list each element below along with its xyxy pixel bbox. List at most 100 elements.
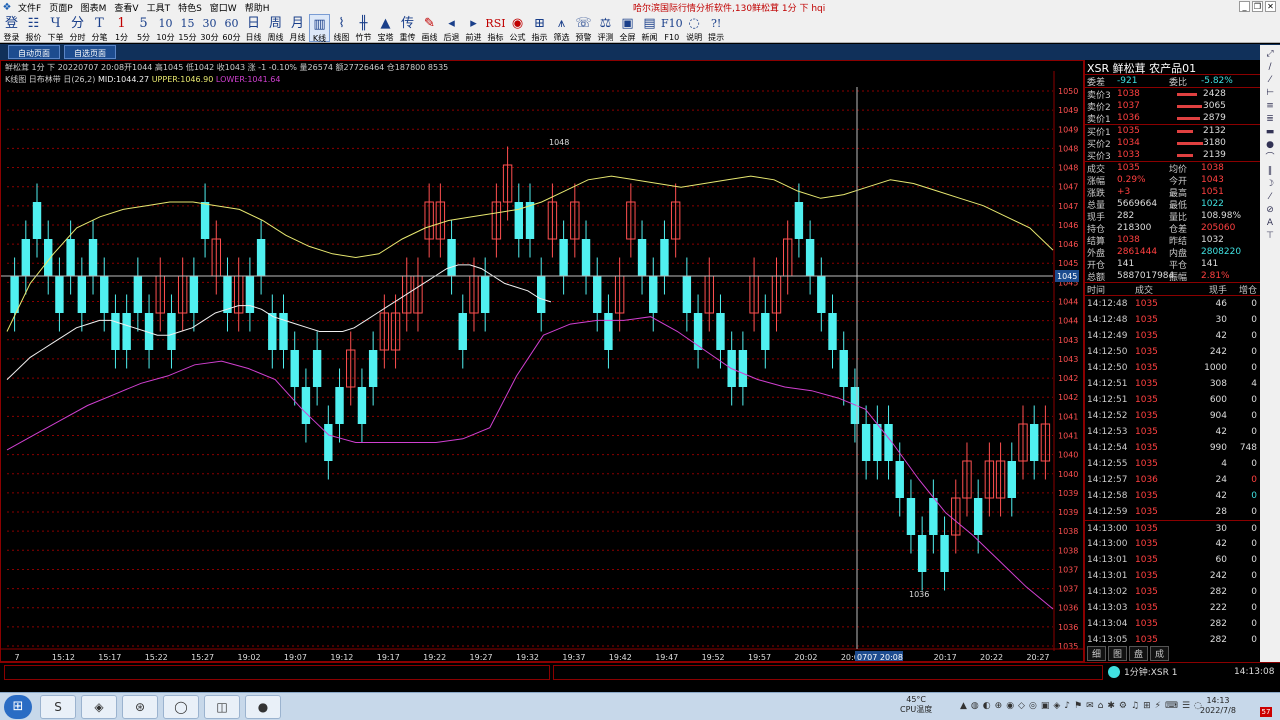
toolbar-button[interactable]: RSI 指标 [485,14,506,42]
drawing-tool-icon[interactable]: ‖ [1268,166,1273,177]
taskbar-app-icon[interactable]: ◈ [81,695,117,719]
panel-tab[interactable]: 成 [1150,646,1170,661]
status-indicator[interactable]: 1分钟:XSR 1 [1108,665,1177,678]
drawing-tool-icon[interactable]: ⁄ [1269,75,1271,86]
toolbar-button[interactable]: ▲ 宝塔 [375,14,396,42]
tray-icon[interactable]: ▣ [1041,701,1050,711]
drawing-tool-icon[interactable]: ⌒ [1265,153,1274,164]
tray-icon[interactable]: ♪ [1064,701,1070,711]
chart-plot[interactable]: 1050 1049 1049 1048 1048 1047 1047 1046 1046 1045… [1,61,1083,661]
restore-icon[interactable]: ❐ [1252,1,1263,12]
toolbar-button[interactable]: F10 F10 [661,14,683,42]
menu-item[interactable]: 页面P [45,1,76,14]
drawing-tool-icon[interactable]: ∕ [1268,62,1271,73]
minimize-icon[interactable]: _ [1239,1,1250,12]
page-tab[interactable]: 自选页面 [64,45,116,59]
taskbar-app-icon[interactable]: S [40,695,76,719]
toolbar-button[interactable]: ◉ 公式 [507,14,528,42]
page-tab[interactable]: 自动页面 [8,45,60,59]
taskbar-app-icon[interactable]: ⊛ [122,695,158,719]
drawing-tool-icon[interactable]: ▬ [1266,127,1275,138]
toolbar-button[interactable]: 30 30分 [199,14,220,42]
tray-icon[interactable]: ⌂ [1098,701,1104,711]
toolbar-label: 竹节 [355,33,372,42]
drawing-tool-icon[interactable]: A [1267,218,1273,229]
tray-icon[interactable]: ♫ [1131,701,1139,711]
tray-icon[interactable]: ⚙ [1119,701,1127,711]
toolbar-button[interactable]: 60 60分 [221,14,242,42]
toolbar-button[interactable]: 日日线 [243,14,264,42]
menu-item[interactable]: 帮助H [241,1,274,14]
tray-icon[interactable]: ▲ [960,701,967,711]
toolbar-button[interactable]: ◂ 后退 [441,14,462,42]
toolbar-button[interactable]: ☏ 预警 [573,14,594,42]
tray-icon[interactable]: ⚡ [1155,701,1161,711]
drawing-tool-icon[interactable]: ⊤ [1266,231,1274,242]
clock[interactable]: 14:13 2022/7/8 [1200,696,1236,716]
toolbar-button[interactable]: 登登录 [1,14,22,42]
menu-item[interactable]: 文件F [14,1,45,14]
toolbar-button[interactable]: ✎ 画线 [419,14,440,42]
tray-icon[interactable]: ◉ [1006,701,1014,711]
crosshair-price: 1045 [1057,272,1077,281]
toolbar-button[interactable]: ▥ K线 [309,14,330,43]
tray-icon[interactable]: ⊞ [1143,701,1151,711]
drawing-tool-icon[interactable]: ≡ [1266,101,1274,112]
menu-item[interactable]: 查看V [110,1,142,14]
drawing-tool-icon[interactable]: ☽ [1266,179,1274,190]
toolbar-button[interactable]: ◌ 说明 [684,14,705,42]
toolbar-button[interactable]: ⩚ 筛选 [551,14,572,42]
toolbar-button[interactable]: ▸ 前进 [463,14,484,42]
tray-icon[interactable]: ◎ [1029,701,1037,711]
menu-item[interactable]: 工具T [143,1,175,14]
toolbar-button[interactable]: ╫ 竹节 [353,14,374,42]
panel-tab[interactable]: 盘 [1129,646,1149,661]
drawing-tool-icon[interactable]: ⊘ [1266,205,1274,216]
tray-icon[interactable]: ◈ [1053,701,1060,711]
tray-icon[interactable]: ☰ [1182,701,1190,711]
toolbar-button[interactable]: ▣ 全屏 [617,14,638,42]
kline-chart[interactable]: 1050 1049 1049 1048 1048 1047 1047 1046 1046 1045… [0,60,1084,662]
toolbar-button[interactable]: Ч 下单 [45,14,66,42]
toolbar-button[interactable]: 月月线 [287,14,308,42]
indicator-info: K线图 日布林带 日(26,2) MID:1044.27 UPPER:1046.… [5,74,280,85]
tray-icon[interactable]: ◐ [983,701,991,711]
toolbar-button[interactable]: ⊞ 指示 [529,14,550,42]
taskbar-app-icon[interactable]: ◯ [163,695,199,719]
toolbar-button[interactable]: ☷ 报价 [23,14,44,42]
drawing-tool-icon[interactable]: ≣ [1266,114,1274,125]
tray-icon[interactable]: ⌨ [1165,701,1178,711]
taskbar-app-icon[interactable]: ◫ [204,695,240,719]
toolbar-button[interactable]: ⌇ 线图 [331,14,352,42]
close-icon[interactable]: ✕ [1265,1,1276,12]
toolbar-button[interactable]: 1 1分 [111,14,132,42]
start-button[interactable]: ⊞ [4,695,32,719]
drawing-tool-icon[interactable]: ⤢ [1266,49,1273,60]
tray-icon[interactable]: ◍ [971,701,979,711]
drawing-tool-icon[interactable]: ⊢ [1266,88,1274,99]
toolbar-button[interactable]: 分分时 [67,14,88,42]
toolbar-button[interactable]: 5 5分 [133,14,154,42]
toolbar-button[interactable]: T 分笔 [89,14,110,42]
notification-badge[interactable]: 57 [1260,707,1272,717]
menu-item[interactable]: 特色S [174,1,206,14]
toolbar-button[interactable]: 10 10分 [155,14,176,42]
toolbar-button[interactable]: ?! 提示 [706,14,727,42]
taskbar-app-icon[interactable]: ● [245,695,281,719]
panel-tab[interactable]: 细 [1087,646,1107,661]
menu-item[interactable]: 图表M [77,1,111,14]
toolbar-button[interactable]: ⚖ 评测 [595,14,616,42]
tray-icon[interactable]: ✉ [1086,701,1094,711]
menu-item[interactable]: 窗口W [206,1,241,14]
tray-icon[interactable]: ◇ [1018,701,1025,711]
tray-icon[interactable]: ⚑ [1074,701,1082,711]
toolbar-button[interactable]: ▤ 新闻 [639,14,660,42]
tray-icon[interactable]: ⊕ [995,701,1003,711]
toolbar-button[interactable]: 传重传 [397,14,418,42]
tray-icon[interactable]: ✱ [1107,701,1115,711]
toolbar-button[interactable]: 周周线 [265,14,286,42]
drawing-tool-icon[interactable]: ● [1266,140,1274,151]
drawing-tool-icon[interactable]: ⁄ [1269,192,1271,203]
panel-tab[interactable]: 图 [1108,646,1128,661]
toolbar-button[interactable]: 15 15分 [177,14,198,42]
